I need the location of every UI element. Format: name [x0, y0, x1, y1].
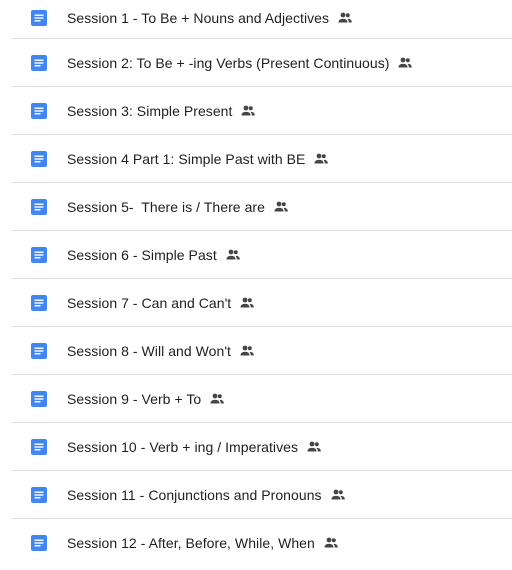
file-name-container: Session 9 - Verb + To	[67, 391, 225, 407]
file-row[interactable]: Session 12 - After, Before, While, When	[0, 519, 512, 567]
people-icon	[314, 153, 329, 164]
file-name: Session 11 - Conjunctions and Pronouns	[67, 487, 322, 503]
google-docs-icon	[31, 487, 47, 503]
people-icon	[324, 537, 338, 548]
file-name: Session 9 - Verb + To	[67, 391, 202, 407]
google-docs-icon	[31, 247, 47, 263]
people-icon	[398, 57, 413, 68]
google-docs-icon	[31, 151, 47, 167]
file-name-container: Session 11 - Conjunctions and Pronouns	[67, 487, 346, 503]
file-name-container: Session 5- There is / There are	[67, 199, 289, 215]
google-docs-icon	[31, 9, 47, 26]
file-row[interactable]: Session 5- There is / There are	[0, 183, 512, 231]
people-icon	[274, 201, 288, 212]
file-name: Session 4 Part 1: Simple Past with BE	[67, 151, 306, 167]
file-name-container: Session 8 - Will and Won't	[67, 343, 255, 359]
file-name: Session 3: Simple Present	[67, 103, 233, 119]
people-icon	[338, 12, 352, 22]
file-name-container: Session 4 Part 1: Simple Past with BE	[67, 151, 329, 167]
file-name-container: Session 1 - To Be + Nouns and Adjectives	[67, 10, 353, 26]
file-row[interactable]: Session 7 - Can and Can't	[0, 279, 512, 327]
google-docs-icon	[31, 439, 47, 455]
file-name: Session 7 - Can and Can't	[67, 295, 232, 311]
file-row[interactable]: Session 11 - Conjunctions and Pronouns	[0, 471, 512, 519]
file-name: Session 5- There is / There are	[67, 199, 265, 215]
file-name: Session 2: To Be + -ing Verbs (Present C…	[67, 55, 390, 71]
people-icon	[307, 441, 321, 452]
google-docs-icon	[31, 103, 47, 119]
people-icon	[240, 345, 254, 356]
people-icon	[331, 489, 345, 500]
people-icon	[241, 105, 256, 116]
file-name-container: Session 12 - After, Before, While, When	[67, 535, 339, 551]
people-icon	[240, 297, 255, 308]
google-docs-icon	[31, 55, 47, 71]
people-icon	[226, 249, 240, 260]
file-row[interactable]: Session 9 - Verb + To	[0, 375, 512, 423]
google-docs-icon	[31, 343, 47, 359]
file-row[interactable]: Session 6 - Simple Past	[0, 231, 512, 279]
file-row[interactable]: Session 4 Part 1: Simple Past with BE	[0, 135, 512, 183]
file-name-container: Session 2: To Be + -ing Verbs (Present C…	[67, 55, 413, 71]
file-name-container: Session 10 - Verb + ing / Imperatives	[67, 439, 322, 455]
file-list: Session 1 - To Be + Nouns and Adjectives…	[0, 0, 512, 566]
file-name-container: Session 3: Simple Present	[67, 103, 256, 119]
file-row[interactable]: Session 1 - To Be + Nouns and Adjectives	[0, 0, 512, 39]
file-name: Session 8 - Will and Won't	[67, 343, 232, 359]
file-name-container: Session 7 - Can and Can't	[67, 295, 255, 311]
google-docs-icon	[31, 199, 47, 215]
file-row[interactable]: Session 2: To Be + -ing Verbs (Present C…	[0, 39, 512, 87]
people-icon	[210, 393, 225, 404]
file-row[interactable]: Session 3: Simple Present	[0, 87, 512, 135]
file-name-container: Session 6 - Simple Past	[67, 247, 241, 263]
file-name: Session 10 - Verb + ing / Imperatives	[67, 439, 299, 455]
file-row[interactable]: Session 10 - Verb + ing / Imperatives	[0, 423, 512, 471]
file-name: Session 6 - Simple Past	[67, 247, 217, 263]
google-docs-icon	[31, 535, 47, 551]
file-name: Session 1 - To Be + Nouns and Adjectives	[67, 9, 330, 26]
google-docs-icon	[31, 391, 47, 407]
google-docs-icon	[31, 295, 47, 311]
file-row[interactable]: Session 8 - Will and Won't	[0, 327, 512, 375]
file-name: Session 12 - After, Before, While, When	[67, 535, 315, 551]
